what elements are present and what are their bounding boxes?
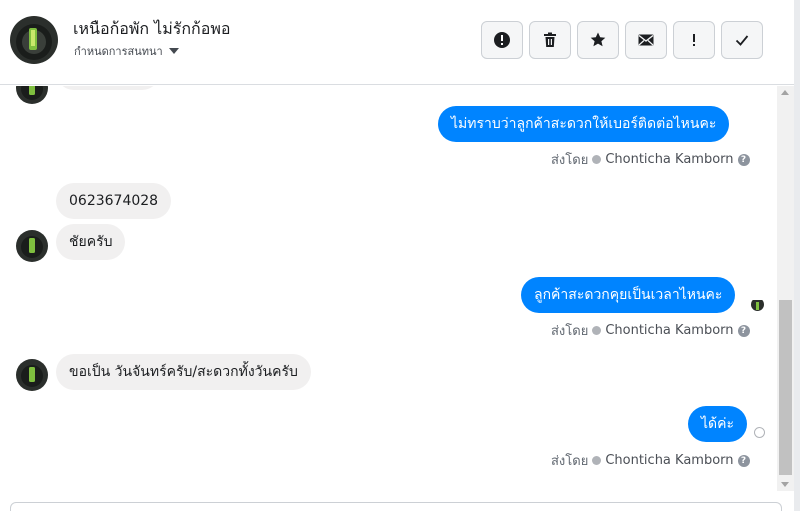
trash-icon <box>544 32 556 47</box>
sent-by-label: ส่งโดย Chonticha Kamborn ? <box>551 149 750 170</box>
sent-by-text: ส่งโดย <box>551 153 589 168</box>
mark-unread-button[interactable] <box>625 21 667 59</box>
contact-avatar-small <box>16 86 48 104</box>
seen-avatar <box>751 298 764 311</box>
star-icon <box>590 32 606 47</box>
sent-by-label: ส่งโดย Chonticha Kamborn ? <box>551 320 750 341</box>
help-icon[interactable]: ? <box>737 153 750 166</box>
sent-by-text: ส่งโดย <box>551 454 589 469</box>
help-icon[interactable]: ? <box>737 454 750 467</box>
scroll-up-arrow-icon[interactable] <box>781 90 789 95</box>
help-icon[interactable]: ? <box>737 324 750 337</box>
contact-name[interactable]: เหนือก้อพัก ไม่รักก้อพอ <box>73 17 231 42</box>
sender-name[interactable]: Chonticha Kamborn <box>605 152 733 167</box>
conversation-settings-label: กำหนดการสนทนา <box>74 45 163 58</box>
scroll-down-arrow-icon[interactable] <box>781 482 789 487</box>
report-button[interactable] <box>481 21 523 59</box>
contact-avatar[interactable] <box>10 16 58 64</box>
message-composer[interactable] <box>10 502 782 511</box>
messenger-window: เหนือก้อพัก ไม่รักก้อพอ กำหนดการสนทนา ไม… <box>0 0 800 511</box>
outgoing-message-bubble: ได้ค่ะ <box>688 406 748 442</box>
outgoing-message-bubble: ไม่ทราบว่าลูกค้าสะดวกให้เบอร์ติดต่อไหนคะ <box>438 106 730 142</box>
scroll-thumb[interactable] <box>779 300 792 475</box>
caret-down-icon <box>168 48 179 54</box>
incoming-message-bubble <box>56 86 160 90</box>
action-toolbar <box>481 21 763 59</box>
sent-by-text: ส่งโดย <box>551 324 589 339</box>
sender-name[interactable]: Chonticha Kamborn <box>605 323 733 338</box>
sent-by-label: ส่งโดย Chonticha Kamborn ? <box>551 450 750 471</box>
outgoing-message-bubble: ลูกค้าสะดวกคุยเป็นเวลาไหนคะ <box>521 277 736 313</box>
conversation-header: เหนือก้อพัก ไม่รักก้อพอ กำหนดการสนทนา <box>0 0 800 85</box>
window-edge <box>794 0 800 511</box>
incoming-message-bubble: ชัยครับ <box>56 224 126 260</box>
contact-avatar-small <box>16 230 48 262</box>
contact-avatar-small <box>16 359 48 391</box>
important-button[interactable] <box>673 21 715 59</box>
delete-button[interactable] <box>529 21 571 59</box>
message-thread[interactable]: ไม่ทราบว่าลูกค้าสะดวกให้เบอร์ติดต่อไหนคะ… <box>0 86 777 500</box>
sender-dot-icon <box>592 326 602 335</box>
sent-check-icon <box>754 427 765 438</box>
chat-scrollbar[interactable] <box>777 86 794 491</box>
sender-name[interactable]: Chonticha Kamborn <box>605 453 733 468</box>
sender-dot-icon <box>592 456 602 465</box>
star-button[interactable] <box>577 21 619 59</box>
conversation-settings-dropdown[interactable]: กำหนดการสนทนา <box>74 42 179 60</box>
incoming-message-bubble: ขอเป็น วันจันทร์ครับ/สะดวกทั้งวันครับ <box>56 354 311 390</box>
check-icon <box>735 35 749 46</box>
sender-dot-icon <box>592 155 602 164</box>
exclamation-circle-icon <box>494 32 510 48</box>
incoming-message-bubble: 0623674028 <box>56 183 172 219</box>
done-button[interactable] <box>721 21 763 59</box>
exclamation-icon <box>693 34 695 46</box>
envelope-icon <box>638 34 654 46</box>
